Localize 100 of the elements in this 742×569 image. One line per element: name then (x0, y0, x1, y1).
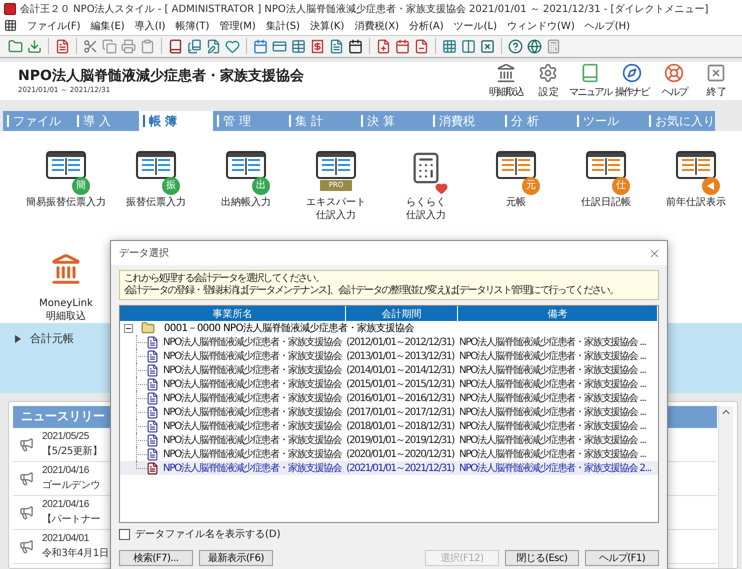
help-icon[interactable] (508, 38, 523, 54)
data-row[interactable]: NPO法人脳脊髄液減少症患者・家族支援協会 (2017/01/01～2017/12/31) NPO法人脳脊髄液減少症患者・家族支援協会 ... (120, 405, 658, 419)
column-header[interactable]: 会計期間 (346, 306, 458, 321)
tool-button[interactable]: らくらく 仕訳入力 (381, 131, 471, 234)
menu-item[interactable]: ウィンドウ(W) (507, 18, 575, 33)
card-icon[interactable] (272, 38, 287, 54)
edit-icon[interactable] (206, 38, 221, 54)
folder-icon (141, 321, 155, 335)
bank-import-button[interactable]: 明細取込 (486, 62, 526, 99)
navigation-button[interactable]: 操作ナビ (612, 62, 652, 99)
help-button[interactable]: ヘルプ (654, 62, 694, 99)
globe-icon[interactable] (527, 38, 542, 54)
news-title: 【パートナー (42, 512, 100, 526)
menu-grid-icon[interactable] (4, 19, 17, 32)
menu-item[interactable]: ツール(L) (454, 18, 498, 33)
office-name: NPO法人脳脊髄液減少症患者・家族支援協会 (163, 434, 342, 447)
note-text: NPO法人脳脊髄液減少症患者・家族支援協会 ... (459, 448, 646, 461)
column-header[interactable]: 備考 (458, 306, 658, 321)
office-name: NPO法人脳脊髄液減少症患者・家族支援協会 (163, 336, 342, 349)
settings-button[interactable]: 設 定 (528, 62, 568, 99)
note-text: NPO法人脳脊髄液減少症患者・家族支援協会 ... (459, 364, 646, 377)
folder-icon[interactable] (8, 38, 23, 54)
menu-item[interactable]: 集計(S) (266, 18, 300, 33)
notice-text: これから処理する会計データを選択してください。 (124, 273, 324, 284)
dialog-button[interactable]: 最新表示(F6) (199, 550, 273, 566)
columns-icon[interactable] (461, 38, 476, 54)
scissors-icon[interactable] (83, 38, 98, 54)
data-row[interactable]: NPO法人脳脊髄液減少症患者・家族支援協会 (2021/01/01～2021/12/31) NPO法人脳脊髄液減少症患者・家族支援協会 2... (120, 461, 658, 475)
ledger-icon (316, 151, 356, 180)
grid-icon[interactable] (442, 38, 457, 54)
file-icon[interactable] (329, 38, 344, 54)
book-icon[interactable] (168, 38, 183, 54)
ledger-icon (46, 151, 86, 180)
tool-button[interactable]: 仕 仕訳日記帳 (561, 131, 651, 234)
collapse-icon[interactable] (124, 324, 133, 332)
tree-root-row[interactable]: 0001－0000 NPO法人脳脊髄液減少症患者・家族支援協会 (120, 321, 658, 335)
notice-text: 会計データの登録・登録抹消は[データメンテナンス]、会計データの整理(並び変え)は[データリスト管理]にて行ってください。 (124, 285, 618, 297)
fiscal-period: (2021/01/01～2021/12/31) (346, 462, 454, 475)
office-name: NPO法人脳脊髄液減少症患者・家族支援協会 (163, 462, 342, 475)
office-name: NPO法人脳脊髄液減少症患者・家族支援協会 (163, 392, 342, 405)
dialog-button[interactable]: 閉じる(Esc) (505, 550, 579, 566)
tool-button[interactable]: 簡 簡易振替伝票入力 (21, 131, 111, 234)
type-mark: 元 (522, 177, 540, 196)
dialog-button[interactable]: 検索(F7)... (119, 550, 193, 566)
settings-icon (538, 62, 558, 83)
clipboard-icon[interactable] (140, 38, 155, 54)
app-icon (4, 2, 16, 15)
menu-item[interactable]: 帳簿(T) (175, 18, 210, 33)
column-header[interactable]: 事業所名 (120, 306, 346, 321)
document-icon (146, 336, 159, 348)
books-icon[interactable] (187, 38, 202, 54)
menu-item[interactable]: 導入(I) (134, 18, 166, 33)
tool-button[interactable]: 出 出納帳入力 (201, 131, 291, 234)
filename-checkbox[interactable]: データファイル名を表示する(D) (119, 527, 659, 541)
menu-item[interactable]: ヘルプ(H) (584, 18, 630, 33)
tool-button[interactable]: 元 元帳 (471, 131, 561, 234)
tool-button[interactable]: MoneyLink 明細取込 (21, 233, 111, 324)
tree-item[interactable]: 合計元帳 (14, 331, 74, 346)
document-icon (146, 420, 159, 432)
data-row[interactable]: NPO法人脳脊髄液減少症患者・家族支援協会 (2014/01/01～2014/12/31) NPO法人脳脊髄液減少症患者・家族支援協会 ... (120, 363, 658, 377)
copy-icon[interactable] (102, 38, 117, 54)
menu-item[interactable]: 管理(M) (219, 18, 256, 33)
fiscal-period: (2015/01/01～2015/12/31) (346, 378, 454, 391)
note-text: NPO法人脳脊髄液減少症患者・家族支援協会 ... (459, 406, 646, 419)
document-icon[interactable] (55, 38, 70, 54)
manual-button[interactable]: マニュアル (570, 62, 610, 99)
close-icon (706, 62, 726, 83)
menu-item[interactable]: ファイル(F) (27, 18, 81, 33)
menu-item[interactable]: 消費税(X) (354, 18, 399, 33)
compass-icon (622, 62, 642, 83)
data-row[interactable]: NPO法人脳脊髄液減少症患者・家族支援協会 (2016/01/01～2016/12/31) NPO法人脳脊髄液減少症患者・家族支援協会 ... (120, 391, 658, 405)
document-icon (146, 392, 159, 404)
table-icon[interactable] (291, 38, 306, 54)
data-row[interactable]: NPO法人脳脊髄液減少症患者・家族支援協会 (2019/01/01～2019/12/31) NPO法人脳脊髄液減少症患者・家族支援協会 ... (120, 433, 658, 447)
calculator-icon[interactable] (546, 38, 561, 54)
download-icon[interactable] (27, 38, 42, 54)
menu-item[interactable]: 決算(K) (310, 18, 344, 33)
megaphone-icon (19, 470, 34, 486)
tool-button[interactable]: 前年仕訳表示 (651, 131, 741, 234)
tool-button[interactable]: 振 振替伝票入力 (111, 131, 201, 234)
company-name: NPO法人脳脊髄液減少症患者・家族支援協会 (18, 66, 305, 85)
menu-item[interactable]: 分析(A) (409, 18, 444, 33)
close-icon[interactable] (480, 38, 495, 54)
exit-button[interactable]: 終 了 (696, 62, 736, 99)
calendar-icon[interactable] (348, 38, 363, 54)
checkbox[interactable] (119, 528, 130, 540)
scrollbar[interactable] (718, 406, 733, 568)
dialog-button[interactable]: ヘルプ(F1) (585, 550, 659, 566)
file-plus-icon[interactable] (376, 38, 391, 54)
receipt-icon[interactable] (310, 38, 325, 54)
fiscal-period: (2013/01/01～2013/12/31) (346, 350, 454, 363)
printer-icon[interactable] (121, 38, 136, 54)
type-mark: 振 (162, 177, 180, 196)
menu-item[interactable]: 編集(E) (90, 18, 125, 33)
tab[interactable]: 帳 簿 (139, 111, 213, 132)
heart-icon[interactable] (225, 38, 240, 54)
data-row[interactable]: NPO法人脳脊髄液減少症患者・家族支援協会 (2012/01/01～2012/12/31) NPO法人脳脊髄液減少症患者・家族支援協会 ... (120, 335, 658, 349)
data-row[interactable]: NPO法人脳脊髄液減少症患者・家族支援協会 (2015/01/01～2015/12/31) NPO法人脳脊髄液減少症患者・家族支援協会 ... (120, 377, 658, 391)
data-row[interactable]: NPO法人脳脊髄液減少症患者・家族支援協会 (2013/01/01～2013/12/31) NPO法人脳脊髄液減少症患者・家族支援協会 ... (120, 349, 658, 363)
file-minus-icon[interactable] (414, 38, 429, 54)
